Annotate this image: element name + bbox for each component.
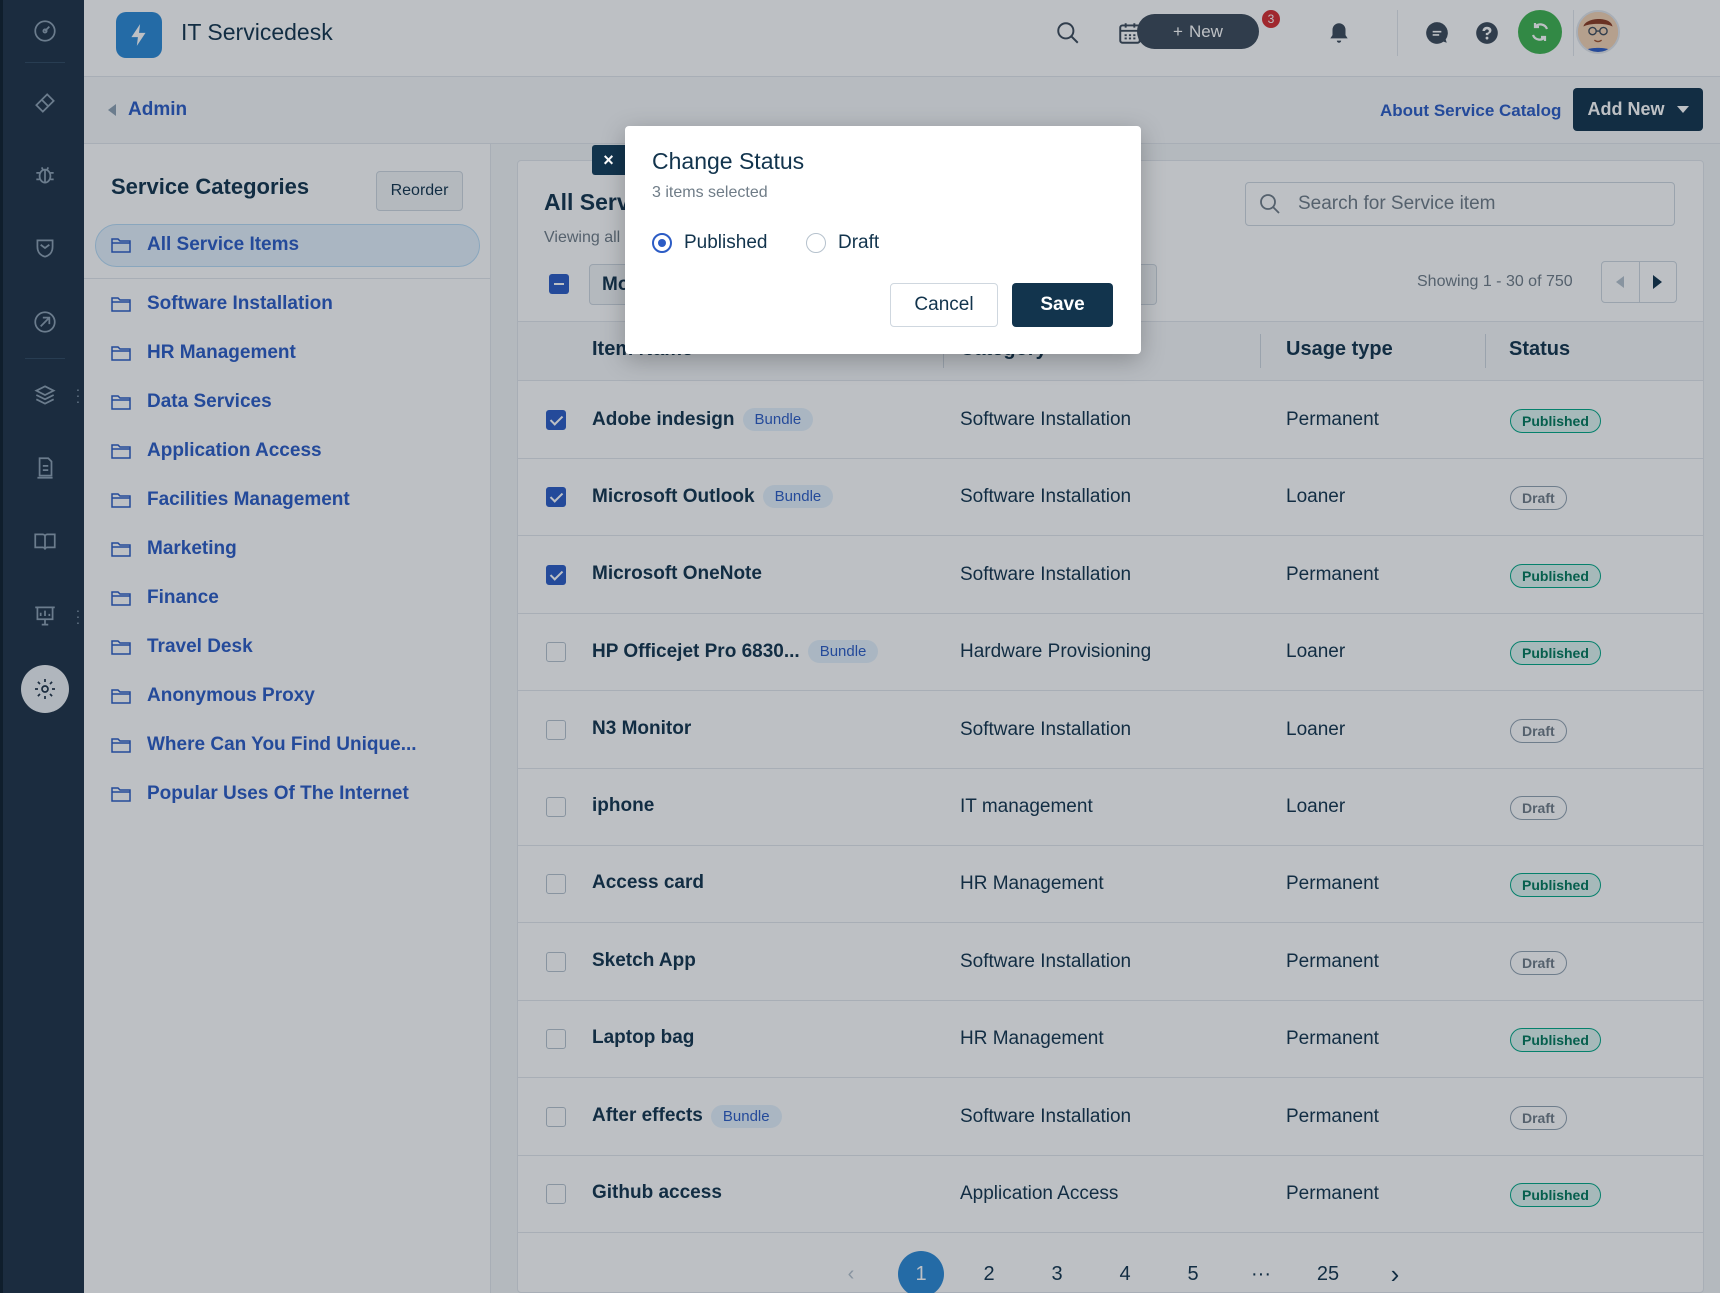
close-icon[interactable]: × xyxy=(592,145,625,175)
radio-selected-icon xyxy=(652,233,672,253)
change-status-modal: Change Status 3 items selected Published… xyxy=(625,126,1141,354)
save-button[interactable]: Save xyxy=(1012,283,1113,327)
status-option-draft[interactable]: Draft xyxy=(806,232,879,254)
radio-unselected-icon xyxy=(806,233,826,253)
modal-subtitle: 3 items selected xyxy=(652,184,768,201)
cancel-button[interactable]: Cancel xyxy=(890,283,998,327)
modal-title: Change Status xyxy=(652,148,805,174)
status-option-published[interactable]: Published xyxy=(652,232,767,254)
